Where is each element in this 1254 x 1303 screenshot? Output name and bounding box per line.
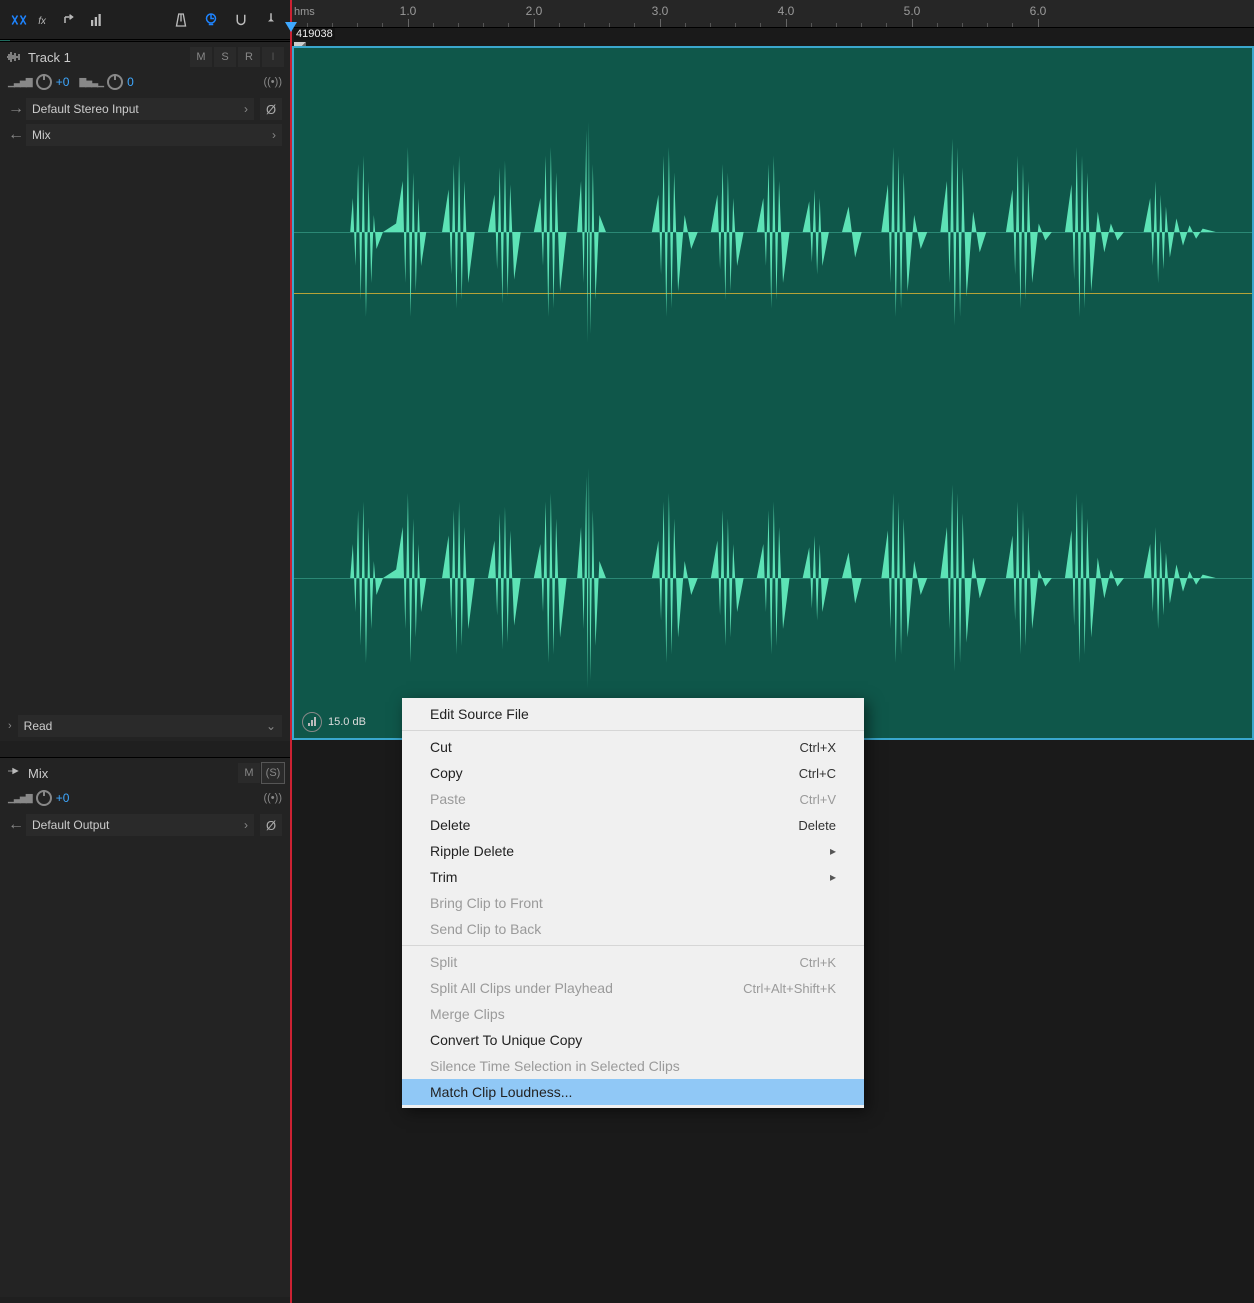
menu-item[interactable]: Edit Source File <box>402 701 864 727</box>
automation-mode-select[interactable]: Read ⌄ <box>18 715 282 737</box>
svg-text:fx: fx <box>38 15 47 26</box>
mute-button[interactable]: M <box>190 47 212 67</box>
menu-item[interactable]: Match Clip Loudness... <box>402 1079 864 1105</box>
clip-filename-label: 419038 <box>294 28 335 40</box>
pan-control[interactable]: ▇▅▃▁ 0 <box>79 74 133 90</box>
menu-item: PasteCtrl+V <box>402 786 864 812</box>
waveform-channel-left <box>294 62 1252 402</box>
volume-knob-icon <box>36 790 52 806</box>
solo-button[interactable]: (S) <box>262 763 284 783</box>
menu-separator <box>402 945 864 946</box>
volume-bars-icon: ▁▃▅▇ <box>8 77 32 88</box>
stereo-icon: ((•)) <box>263 792 282 804</box>
track-inspector-panel: fx Track 1 M S R I <box>0 0 290 1303</box>
prelisten-tool[interactable] <box>198 7 224 33</box>
fx-tool[interactable]: fx <box>32 7 58 33</box>
menu-separator <box>402 730 864 731</box>
track-name[interactable]: Track 1 <box>28 50 184 65</box>
menu-item[interactable]: CutCtrl+X <box>402 734 864 760</box>
output-select[interactable]: Default Output › <box>26 814 254 836</box>
automation-mode-label: Read <box>24 719 53 733</box>
track-1-panel: Track 1 M S R I ▁▃▅▇ +0 ▇▅▃▁ 0 <box>0 41 290 741</box>
menu-item[interactable]: CopyCtrl+C <box>402 760 864 786</box>
output-select[interactable]: Mix › <box>26 124 282 146</box>
volume-control[interactable]: ▁▃▅▇ +0 <box>8 74 69 90</box>
crossfade-tool[interactable] <box>6 7 32 33</box>
pan-value: 0 <box>127 75 134 89</box>
mix-track-name[interactable]: Mix <box>28 766 232 781</box>
output-label: Mix <box>32 128 51 142</box>
menu-item: Send Clip to Back <box>402 916 864 942</box>
eq-tool[interactable] <box>84 7 110 33</box>
waveform-icon <box>6 51 22 63</box>
stereo-icon: ((•)) <box>263 76 282 88</box>
clip-gain-badge[interactable]: 15.0 dB <box>302 712 366 732</box>
output-label: Default Output <box>32 818 109 832</box>
menu-item[interactable]: DeleteDelete <box>402 812 864 838</box>
pan-knob-icon <box>107 74 123 90</box>
mix-track-panel: Mix M (S) ▁▃▅▇ +0 ((•)) ← Default Output <box>0 757 290 1297</box>
input-label: Default Stereo Input <box>32 102 139 116</box>
inspector-toolbar: fx <box>0 0 290 40</box>
clip-gain-value: 15.0 dB <box>328 716 366 728</box>
menu-item: Merge Clips <box>402 1001 864 1027</box>
gain-badge-icon <box>302 712 322 732</box>
mute-button[interactable]: M <box>238 763 260 783</box>
record-button[interactable]: R <box>238 47 260 67</box>
menu-item: Silence Time Selection in Selected Clips <box>402 1053 864 1079</box>
mix-output-icon <box>6 763 22 784</box>
envelope-send-tool[interactable] <box>58 7 84 33</box>
pin-tool[interactable] <box>258 7 284 33</box>
solo-button[interactable]: S <box>214 47 236 67</box>
input-select[interactable]: Default Stereo Input › <box>26 98 254 120</box>
input-monitor-button[interactable]: I <box>262 47 284 67</box>
menu-item[interactable]: Convert To Unique Copy <box>402 1027 864 1053</box>
menu-item: Split All Clips under PlayheadCtrl+Alt+S… <box>402 975 864 1001</box>
input-arrow-icon: → <box>8 100 20 118</box>
output-arrow-icon: ← <box>8 816 20 834</box>
pan-bars-icon: ▇▅▃▁ <box>79 77 103 88</box>
chevron-down-icon: ⌄ <box>266 719 276 733</box>
menu-item: SplitCtrl+K <box>402 949 864 975</box>
snap-tool[interactable] <box>228 7 254 33</box>
chevron-right-icon: › <box>272 128 276 142</box>
audio-clip[interactable]: 15.0 dB <box>292 46 1254 740</box>
chevron-right-icon: › <box>244 102 248 116</box>
time-ruler[interactable]: hms 1.02.03.04.05.06.0 <box>290 0 1254 28</box>
phase-button[interactable]: Ø <box>260 814 282 836</box>
clip-context-menu: Edit Source File CutCtrl+XCopyCtrl+CPaste… <box>402 698 864 1108</box>
volume-knob-icon <box>36 74 52 90</box>
volume-value: +0 <box>56 75 70 89</box>
output-arrow-icon: ← <box>8 126 20 144</box>
menu-item[interactable]: Trim▸ <box>402 864 864 890</box>
volume-bars-icon: ▁▃▅▇ <box>8 793 32 804</box>
menu-item[interactable]: Ripple Delete▸ <box>402 838 864 864</box>
ruler-unit-label: hms <box>294 6 315 18</box>
playhead[interactable] <box>290 0 292 1303</box>
volume-value: +0 <box>56 791 70 805</box>
phase-button[interactable]: Ø <box>260 98 282 120</box>
chevron-right-icon[interactable]: › <box>8 720 12 732</box>
clip-region[interactable]: 419038 15.0 dB <box>290 28 1254 740</box>
menu-item: Bring Clip to Front <box>402 890 864 916</box>
waveform-channel-right <box>294 408 1252 748</box>
metronome-tool[interactable] <box>168 7 194 33</box>
volume-control[interactable]: ▁▃▅▇ +0 <box>8 790 69 806</box>
chevron-right-icon: › <box>244 818 248 832</box>
